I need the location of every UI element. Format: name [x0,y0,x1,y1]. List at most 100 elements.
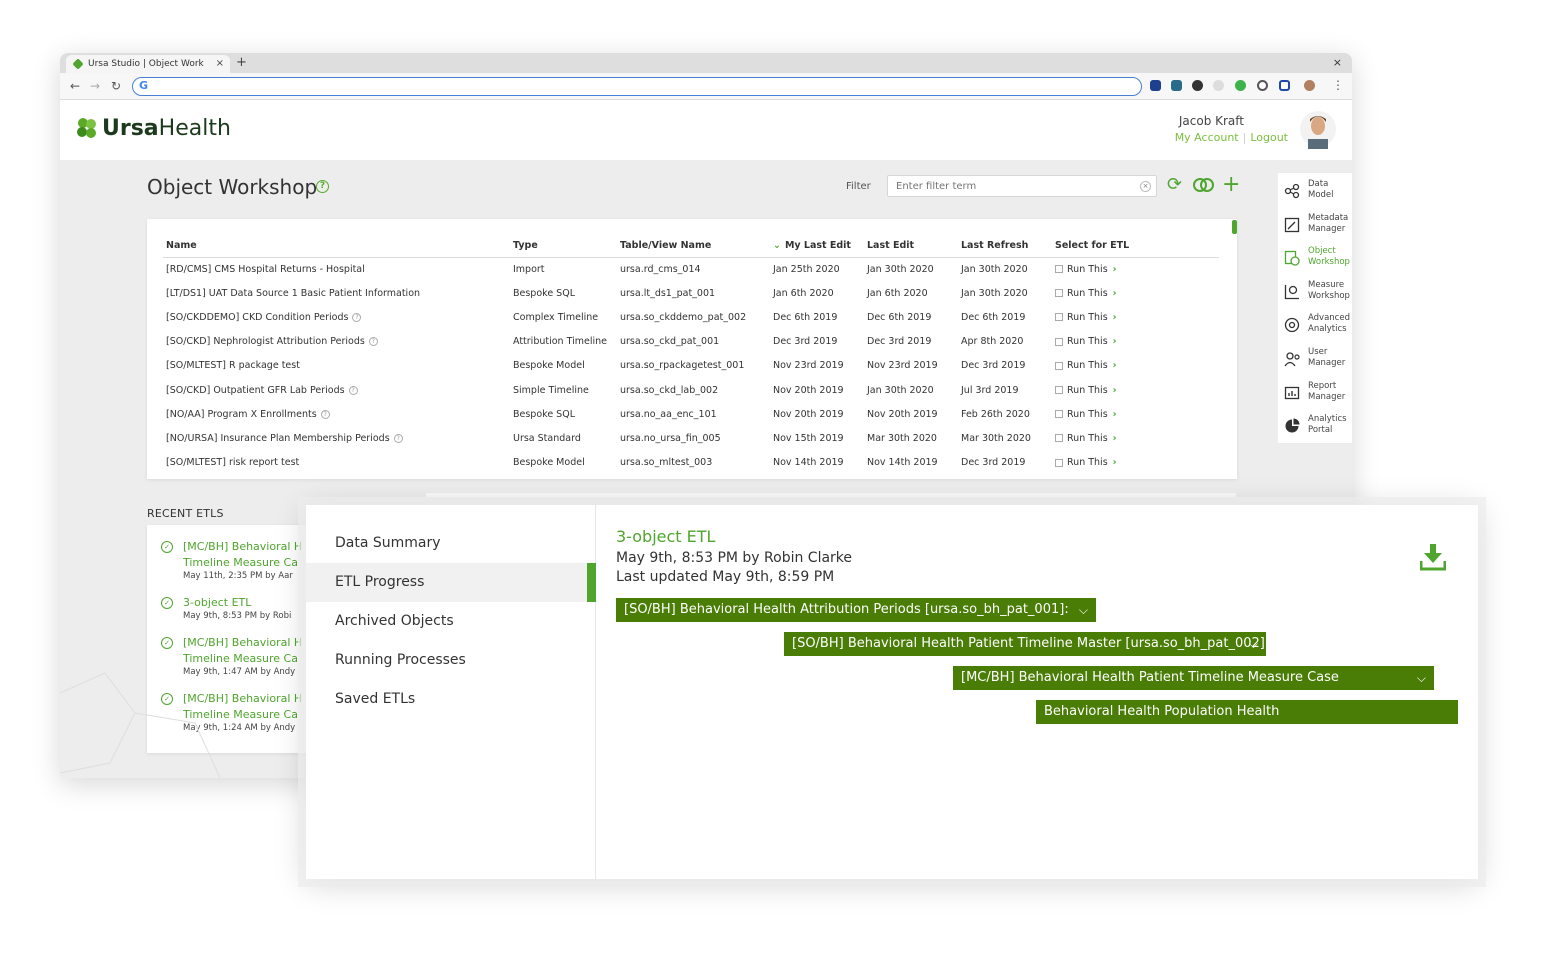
table-row[interactable]: [LT/DS1] UAT Data Source 1 Basic Patient… [163,281,1219,305]
nav-item-user-manager[interactable]: User Manager [1278,343,1352,377]
new-tab-button[interactable]: + [236,54,247,72]
table-row[interactable]: [SO/CKD] Nephrologist Attribution Period… [163,330,1219,354]
run-label[interactable]: Run This [1067,360,1108,371]
chevron-down-icon[interactable]: ⌵ [1079,598,1088,622]
etl-menu-running-processes[interactable]: Running Processes [306,641,596,680]
etl-step-bar[interactable]: [SO/BH] Behavioral Health Patient Timeli… [784,632,1266,656]
extension-icon[interactable] [1150,80,1161,91]
chevron-down-icon[interactable]: ⌵ [1417,666,1426,690]
add-icon[interactable]: + [1222,174,1240,196]
run-label[interactable]: Run This [1067,264,1108,275]
run-label[interactable]: Run This [1067,385,1108,396]
chevron-right-icon[interactable]: › [1113,264,1117,275]
etl-step-bar[interactable]: [SO/BH] Behavioral Health Attribution Pe… [616,598,1096,622]
col-last-refresh[interactable]: Last Refresh [958,237,1052,258]
cell-name[interactable]: [LT/DS1] UAT Data Source 1 Basic Patient… [163,281,510,305]
table-scrollbar[interactable] [1232,220,1237,234]
extension-icon[interactable] [1192,80,1203,91]
chevron-down-icon[interactable]: ⌵ [1249,632,1258,656]
ursa-health-logo[interactable]: UrsaHealth [102,115,231,143]
run-checkbox[interactable] [1055,313,1063,322]
help-icon[interactable]: ? [348,385,358,395]
chevron-right-icon[interactable]: › [1113,385,1117,396]
tab-close-icon[interactable]: × [216,55,224,73]
etl-step-bar[interactable]: [MC/BH] Behavioral Health Patient Timeli… [953,666,1434,690]
browser-menu-icon[interactable]: ⋮ [1332,77,1344,93]
run-checkbox[interactable] [1055,361,1063,370]
logout-link[interactable]: Logout [1250,131,1288,144]
refresh-icon[interactable]: ⟳ [1167,174,1182,196]
extension-icon[interactable] [1235,80,1246,91]
cell-name[interactable]: [NO/URSA] Insurance Plan Membership Peri… [163,426,510,450]
nav-item-metadata-manager[interactable]: Metadata Manager [1278,209,1352,243]
etl-menu-data-summary[interactable]: Data Summary [306,524,596,563]
extension-icon[interactable] [1171,80,1182,91]
chevron-right-icon[interactable]: › [1113,336,1117,347]
extension-icon[interactable] [1213,80,1224,91]
extension-icon[interactable] [1279,80,1290,91]
chevron-right-icon[interactable]: › [1113,360,1117,371]
extension-icon[interactable] [1257,80,1268,91]
help-icon[interactable]: ? [320,409,330,419]
chevron-right-icon[interactable]: › [1113,409,1117,420]
run-label[interactable]: Run This [1067,336,1108,347]
help-icon[interactable]: ? [393,433,403,443]
table-row[interactable]: [RD/CMS] CMS Hospital Returns - Hospital… [163,257,1219,281]
cell-name[interactable]: [SO/MLTEST] risk report test [163,451,510,475]
profile-avatar-icon[interactable] [1304,80,1315,91]
col-select-for-etl[interactable]: Select for ETL [1052,237,1219,258]
address-bar[interactable]: G [132,77,1142,96]
cell-name[interactable]: [NO/AA] Program X Enrollments? [163,402,510,426]
chevron-right-icon[interactable]: › [1113,312,1117,323]
col-table-view-name[interactable]: Table/View Name [617,237,770,258]
help-icon[interactable]: ? [352,312,362,322]
run-checkbox[interactable] [1055,337,1063,346]
table-row[interactable]: [NO/AA] Program X Enrollments? Bespoke SQ… [163,402,1219,426]
col-my-last-edit[interactable]: ⌄ My Last Edit [770,237,864,258]
nav-item-analytics-portal[interactable]: Analytics Portal [1278,410,1352,444]
cell-name[interactable]: [RD/CMS] CMS Hospital Returns - Hospital [163,257,510,281]
table-row[interactable]: [NO/URSA] Insurance Plan Membership Peri… [163,426,1219,450]
nav-item-object-workshop[interactable]: Object Workshop [1278,242,1352,276]
back-arrow-icon[interactable]: ← [70,78,80,94]
nav-item-advanced-analytics[interactable]: Advanced Analytics [1278,309,1352,343]
filter-clear-icon[interactable]: × [1140,181,1151,192]
run-label[interactable]: Run This [1067,312,1108,323]
chevron-right-icon[interactable]: › [1113,433,1117,444]
run-checkbox[interactable] [1055,386,1063,395]
run-checkbox[interactable] [1055,265,1063,274]
help-icon[interactable]: ? [368,337,378,347]
col-name[interactable]: Name [163,237,510,258]
chevron-right-icon[interactable]: › [1113,457,1117,468]
cell-name[interactable]: [SO/CKD] Outpatient GFR Lab Periods? [163,378,510,402]
table-row[interactable]: [SO/MLTEST] risk report test Bespoke Mode… [163,451,1219,475]
etl-menu-saved-etls[interactable]: Saved ETLs [306,680,596,719]
run-checkbox[interactable] [1055,410,1063,419]
cell-name[interactable]: [SO/MLTEST] R package test [163,354,510,378]
cell-name[interactable]: [SO/CKD] Nephrologist Attribution Period… [163,330,510,354]
nav-item-report-manager[interactable]: Report Manager [1278,377,1352,411]
forward-arrow-icon[interactable]: → [90,78,100,94]
run-label[interactable]: Run This [1067,409,1108,420]
help-icon[interactable]: ? [316,180,329,193]
etl-menu-etl-progress[interactable]: ETL Progress [306,563,596,602]
table-row[interactable]: [SO/CKDDEMO] CKD Condition Periods? Compl… [163,305,1219,329]
chevron-right-icon[interactable]: › [1113,288,1117,299]
window-close-button[interactable]: × [1333,54,1342,72]
user-avatar[interactable] [1300,109,1336,149]
toggle-icon[interactable] [1193,177,1215,193]
browser-tab[interactable]: Ursa Studio | Object Work × [66,55,230,73]
run-checkbox[interactable] [1055,434,1063,443]
run-label[interactable]: Run This [1067,288,1108,299]
col-last-edit[interactable]: Last Edit [864,237,958,258]
col-type[interactable]: Type [510,237,617,258]
nav-item-measure-workshop[interactable]: Measure Workshop [1278,276,1352,310]
my-account-link[interactable]: My Account [1175,131,1239,144]
download-icon[interactable] [1420,543,1446,571]
etl-menu-archived-objects[interactable]: Archived Objects [306,602,596,641]
nav-item-data-model[interactable]: Data Model [1278,175,1352,209]
cell-name[interactable]: [SO/CKDDEMO] CKD Condition Periods? [163,305,510,329]
run-label[interactable]: Run This [1067,457,1108,468]
reload-icon[interactable]: ↻ [111,78,121,94]
table-row[interactable]: [SO/MLTEST] R package test Bespoke Model u… [163,354,1219,378]
